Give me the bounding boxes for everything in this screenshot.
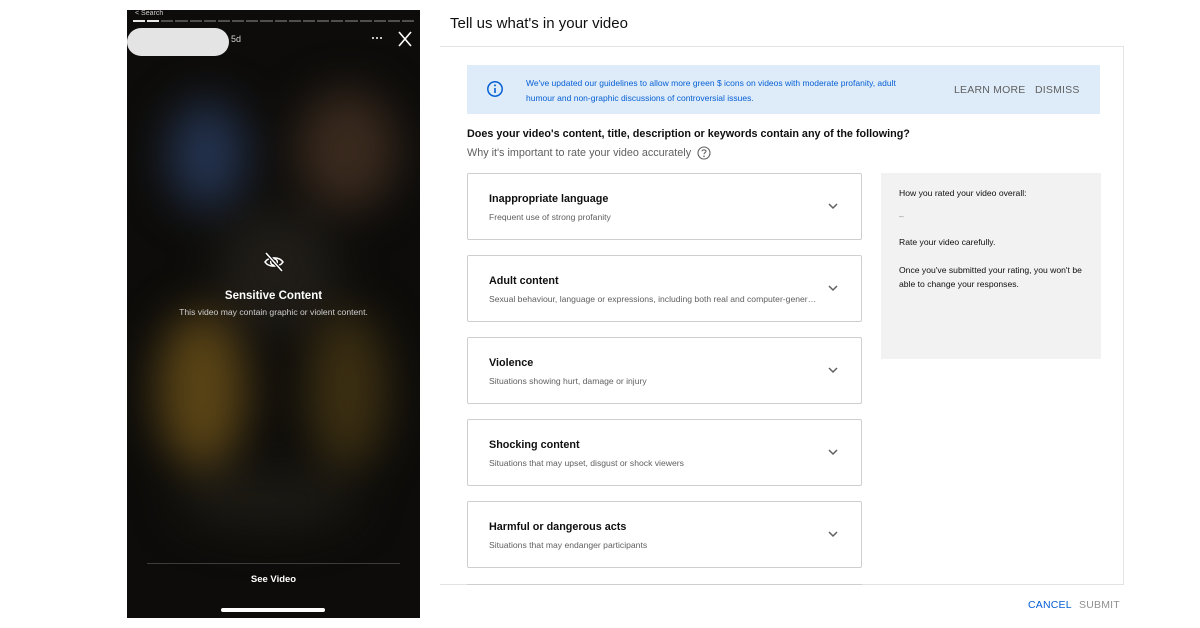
category-subtitle: Situations that may upset, disgust or sh… bbox=[489, 458, 684, 468]
progress-segment bbox=[288, 20, 301, 22]
sensitive-content-overlay: Sensitive Content This video may contain… bbox=[127, 248, 420, 317]
why-rate-row: Why it's important to rate your video ac… bbox=[467, 146, 711, 160]
progress-segment bbox=[345, 20, 358, 22]
see-video-button[interactable]: See Video bbox=[127, 574, 420, 585]
summary-note: Rate your video carefully. bbox=[899, 237, 996, 247]
more-options-icon[interactable] bbox=[370, 30, 384, 44]
divider bbox=[147, 563, 400, 564]
category-card-violence[interactable]: Violence Situations showing hurt, damage… bbox=[467, 337, 862, 404]
story-viewer: < Search 5d Sensitive Content This video… bbox=[127, 10, 420, 618]
why-rate-label: Why it's important to rate your video ac… bbox=[467, 147, 692, 159]
home-indicator bbox=[221, 608, 325, 612]
progress-segment bbox=[260, 20, 273, 22]
summary-value: – bbox=[899, 211, 904, 221]
help-icon[interactable] bbox=[697, 146, 711, 160]
progress-segment bbox=[246, 20, 259, 22]
chevron-down-icon[interactable] bbox=[827, 366, 839, 374]
progress-segment bbox=[387, 20, 400, 22]
chevron-down-icon[interactable] bbox=[827, 448, 839, 456]
progress-segment bbox=[133, 20, 146, 22]
category-subtitle: Sexual behaviour, language or expression… bbox=[489, 294, 819, 304]
progress-segment bbox=[302, 20, 316, 22]
story-progress-bar bbox=[133, 20, 415, 22]
progress-segment bbox=[274, 20, 287, 22]
sensitive-content-title: Sensitive Content bbox=[224, 290, 323, 302]
sensitive-content-subtitle: This video may contain graphic or violen… bbox=[179, 307, 368, 317]
cancel-button[interactable]: CANCEL bbox=[1028, 599, 1072, 611]
progress-segment bbox=[331, 20, 344, 22]
progress-segment bbox=[161, 20, 174, 22]
chevron-down-icon[interactable] bbox=[827, 202, 839, 210]
progress-segment bbox=[217, 20, 231, 22]
progress-segment bbox=[203, 20, 216, 22]
progress-segment bbox=[401, 20, 415, 22]
progress-segment bbox=[373, 20, 386, 22]
summary-warning: Once you've submitted your rating, you w… bbox=[899, 265, 1082, 289]
progress-segment bbox=[317, 20, 330, 22]
progress-segment bbox=[359, 20, 372, 22]
rating-summary-panel: How you rated your video overall: – Rate… bbox=[881, 173, 1101, 359]
category-card-shocking-content[interactable]: Shocking content Situations that may ups… bbox=[467, 419, 862, 486]
category-title: Inappropriate language bbox=[489, 193, 609, 205]
chevron-down-icon[interactable] bbox=[827, 284, 839, 292]
progress-segment bbox=[189, 20, 202, 22]
category-title: Adult content bbox=[489, 275, 559, 287]
progress-segment bbox=[232, 20, 245, 22]
close-icon[interactable] bbox=[397, 30, 413, 48]
progress-segment bbox=[175, 20, 188, 22]
info-icon bbox=[486, 80, 504, 98]
dismiss-button[interactable]: DISMISS bbox=[1035, 84, 1080, 96]
progress-segment bbox=[147, 20, 160, 22]
redacted-username-avatar[interactable] bbox=[127, 28, 229, 56]
eye-off-icon bbox=[260, 248, 288, 276]
category-title: Violence bbox=[489, 357, 534, 369]
category-card-adult-content[interactable]: Adult content Sexual behaviour, language… bbox=[467, 255, 862, 322]
learn-more-button[interactable]: LEARN MORE bbox=[954, 84, 1025, 96]
chevron-down-icon[interactable] bbox=[827, 530, 839, 538]
category-subtitle: Frequent use of strong profanity bbox=[489, 212, 611, 222]
category-subtitle: Situations showing hurt, damage or injur… bbox=[489, 376, 647, 386]
story-age: 5d bbox=[231, 34, 242, 44]
dialog-title: Tell us what's in your video bbox=[450, 15, 628, 32]
category-subtitle: Situations that may endanger participant… bbox=[489, 540, 648, 550]
back-to-search-link[interactable]: < Search bbox=[135, 10, 163, 18]
category-card-harmful-dangerous-acts[interactable]: Harmful or dangerous acts Situations tha… bbox=[467, 501, 862, 568]
category-title: Shocking content bbox=[489, 439, 580, 451]
rating-question: Does your video's content, title, descri… bbox=[467, 128, 910, 140]
category-title: Harmful or dangerous acts bbox=[489, 521, 627, 533]
next-category-card-edge bbox=[467, 584, 862, 586]
submit-button[interactable]: SUBMIT bbox=[1079, 599, 1120, 611]
guidelines-banner: We've updated our guidelines to allow mo… bbox=[467, 65, 1100, 114]
summary-title: How you rated your video overall: bbox=[899, 188, 1027, 198]
banner-text: We've updated our guidelines to allow mo… bbox=[526, 78, 896, 103]
category-card-inappropriate-language[interactable]: Inappropriate language Frequent use of s… bbox=[467, 173, 862, 240]
